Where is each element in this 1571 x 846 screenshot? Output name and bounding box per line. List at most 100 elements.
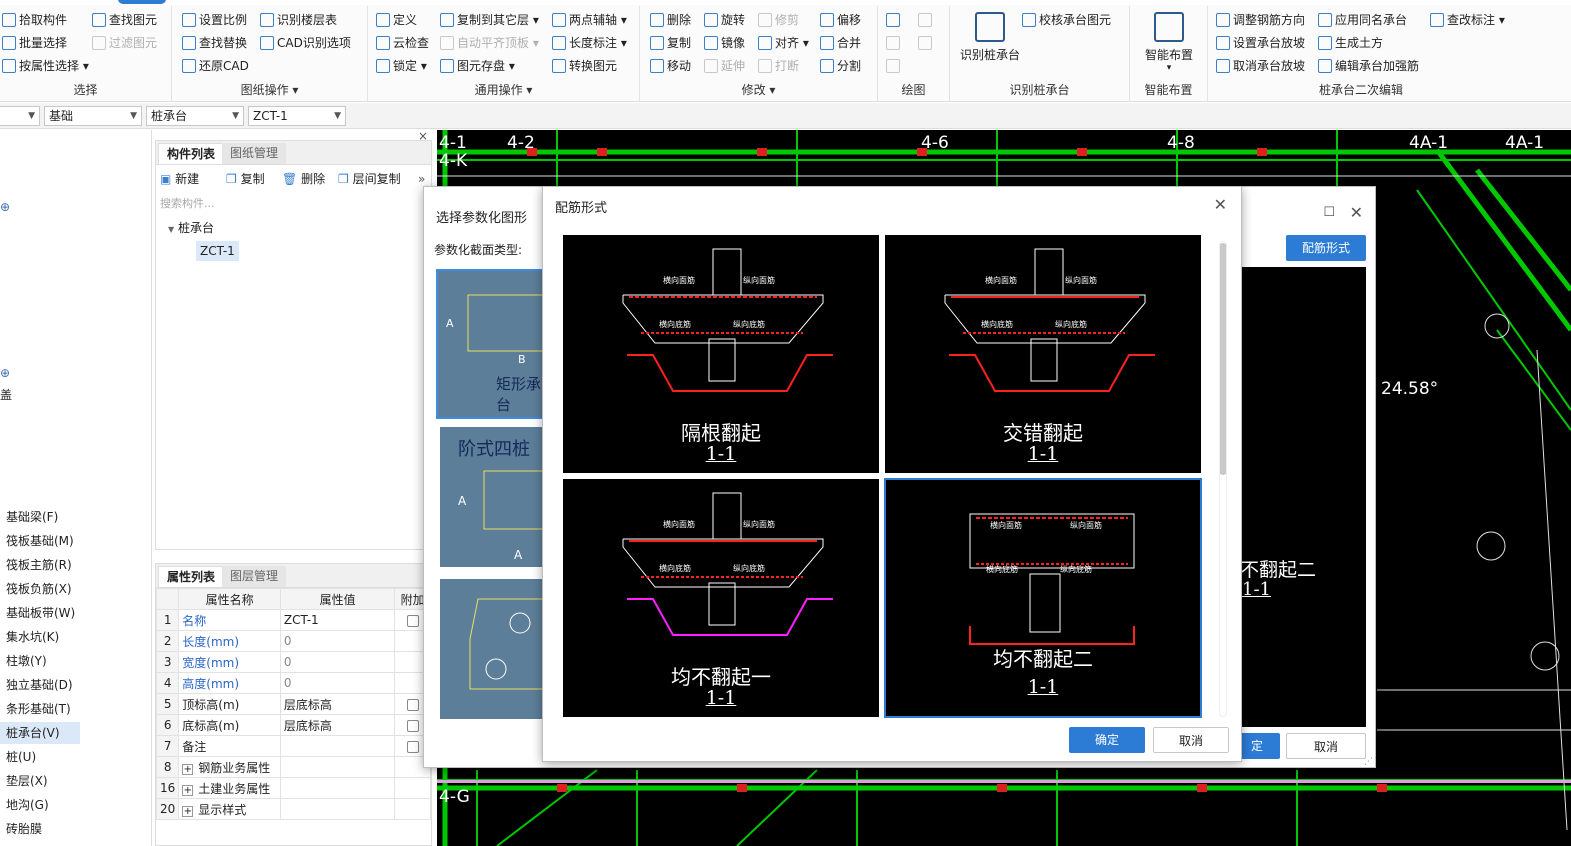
- find-element-button[interactable]: 查找图元: [92, 10, 157, 30]
- property-value[interactable]: 0: [279, 630, 396, 652]
- property-value[interactable]: [279, 756, 396, 778]
- identify-pile-cap-button[interactable]: 识别桩承台: [954, 12, 1026, 63]
- two-point-axis-button[interactable]: 两点辅轴 ▾: [552, 10, 627, 30]
- edit-annotation-button[interactable]: 查改标注 ▾: [1430, 10, 1505, 30]
- nav-item-raft-neg-rebar[interactable]: 筏板负筋(X): [6, 578, 72, 600]
- merge-button[interactable]: 合并: [820, 33, 861, 53]
- rebar-form-button[interactable]: 配筋形式: [1286, 235, 1366, 261]
- property-value[interactable]: 0: [279, 651, 396, 673]
- nav-item-pile-cap[interactable]: 桩承台(V): [0, 722, 80, 744]
- nav-item-strip-footing[interactable]: 条形基础(T): [6, 698, 71, 720]
- lock-button[interactable]: 锁定 ▾: [376, 56, 427, 76]
- point-draw-button[interactable]: [886, 10, 903, 30]
- pick-component-button[interactable]: 拾取构件: [2, 10, 67, 30]
- check-pile-cap-button[interactable]: 校核承台图元: [1022, 10, 1111, 30]
- property-row[interactable]: 8 + 钢筋业务属性: [155, 756, 431, 778]
- property-value[interactable]: [279, 798, 396, 820]
- new-component-button[interactable]: ▣ 新建: [160, 169, 199, 189]
- adjust-rebar-direction-button[interactable]: 调整钢筋方向: [1216, 10, 1305, 30]
- nav-item-sump[interactable]: 集水坑(K): [6, 626, 59, 648]
- rebar-form-option[interactable]: 横向面筋 纵向面筋 横向底筋 纵向底筋 均不翻起二 1-1: [884, 478, 1202, 718]
- tree-node-pile-cap[interactable]: ▼ 桩承台: [168, 219, 214, 236]
- apply-same-name-button[interactable]: 应用同名承台: [1318, 10, 1407, 30]
- active-ribbon-tab[interactable]: [118, 0, 166, 4]
- cancel-button[interactable]: 取消: [1153, 727, 1229, 753]
- restore-cad-button[interactable]: 还原CAD: [182, 56, 249, 76]
- expand-icon[interactable]: +: [182, 784, 194, 796]
- set-scale-button[interactable]: 设置比例: [182, 10, 247, 30]
- property-value[interactable]: [279, 735, 396, 757]
- dialog-cancel-button[interactable]: 取消: [1286, 733, 1366, 759]
- category-select[interactable]: 基础 ▼: [44, 106, 142, 126]
- nav-item-trench[interactable]: 地沟(G): [6, 794, 49, 816]
- identify-floor-table-button[interactable]: 识别楼层表: [260, 10, 337, 30]
- scrollbar-track[interactable]: [1219, 241, 1227, 717]
- property-row[interactable]: 3 宽度(mm) 0: [155, 651, 431, 673]
- rotate-button[interactable]: 旋转: [704, 10, 745, 30]
- property-value[interactable]: [279, 777, 396, 799]
- smart-layout-button[interactable]: 智能布置 ▾: [1134, 12, 1204, 73]
- save-element-button[interactable]: 图元存盘 ▾: [440, 56, 515, 76]
- nav-item-raft-main-rebar[interactable]: 筏板主筋(R): [6, 554, 72, 576]
- component-select[interactable]: ZCT-1 ▼: [248, 106, 346, 126]
- component-search-input[interactable]: 搜索构件...: [158, 195, 428, 213]
- split-button[interactable]: 分割: [820, 56, 861, 76]
- property-row[interactable]: 16 + 土建业务属性: [155, 777, 431, 799]
- property-row[interactable]: 6 底标高(m) 层底标高: [155, 714, 431, 736]
- type-select[interactable]: 桩承台 ▼: [146, 106, 244, 126]
- attach-checkbox[interactable]: [406, 614, 419, 627]
- trim-button[interactable]: 修剪: [758, 10, 799, 30]
- tab-property-list[interactable]: 属性列表: [158, 566, 225, 587]
- copy-button[interactable]: 复制: [650, 33, 691, 53]
- property-row[interactable]: 20 + 显示样式: [155, 798, 431, 820]
- nav-item-foundation-beam[interactable]: 基础梁(F): [6, 506, 58, 528]
- edit-reinforcement-button[interactable]: 编辑承台加强筋: [1318, 56, 1419, 76]
- rebar-form-option[interactable]: 横向面筋 纵向面筋 横向底筋 纵向底筋 隔根翻起 1-1: [563, 235, 879, 473]
- property-value[interactable]: 层底标高: [279, 714, 396, 736]
- expand-icon[interactable]: +: [182, 763, 194, 775]
- nav-item-foundation-strip[interactable]: 基础板带(W): [6, 602, 75, 624]
- nav-item-cushion[interactable]: 垫层(X): [6, 770, 48, 792]
- arc-draw-button[interactable]: [886, 56, 903, 76]
- convert-element-button[interactable]: 转换图元: [552, 56, 617, 76]
- delete-component-button[interactable]: 🗑 删除: [282, 169, 325, 189]
- nav-item-brick-mold[interactable]: 砖胎膜: [6, 818, 42, 840]
- nav-item-raft-foundation[interactable]: 筏板基础(M): [6, 530, 74, 552]
- property-value[interactable]: ZCT-1: [279, 609, 396, 631]
- set-slope-button[interactable]: 设置承台放坡: [1216, 33, 1305, 53]
- find-replace-button[interactable]: 查找替换: [182, 33, 247, 53]
- length-dimension-button[interactable]: 长度标注 ▾: [552, 33, 627, 53]
- offset-button[interactable]: 偏移: [820, 10, 861, 30]
- batch-select-button[interactable]: 批量选择: [2, 33, 67, 53]
- nav-item-column-pier[interactable]: 柱墩(Y): [6, 650, 47, 672]
- line-draw-button[interactable]: [886, 33, 903, 53]
- rebar-form-option[interactable]: 横向面筋 纵向面筋 横向底筋 纵向底筋 均不翻起一 1-1: [563, 479, 879, 717]
- rebar-form-option[interactable]: 横向面筋 纵向面筋 横向底筋 纵向底筋 交错翻起 1-1: [885, 235, 1201, 473]
- extend-button[interactable]: 延伸: [704, 56, 745, 76]
- shape-rect-cap[interactable]: A B 矩形承台: [436, 269, 549, 419]
- define-button[interactable]: 定义: [376, 10, 417, 30]
- attach-checkbox[interactable]: [406, 698, 419, 711]
- align-button[interactable]: 对齐 ▾: [758, 33, 809, 53]
- tab-layer-management[interactable]: 图层管理: [222, 566, 287, 587]
- mirror-button[interactable]: 镜像: [704, 33, 745, 53]
- select-by-property-button[interactable]: 按属性选择 ▾: [2, 56, 89, 76]
- attach-checkbox[interactable]: [406, 719, 419, 732]
- copy-to-other-layer-button[interactable]: 复制到其它层 ▾: [440, 10, 539, 30]
- generate-earthwork-button[interactable]: 生成土方: [1318, 33, 1383, 53]
- break-button[interactable]: 打断: [758, 56, 799, 76]
- shape-step-four-pile[interactable]: 阶式四桩 A A: [440, 427, 547, 567]
- close-icon[interactable]: ×: [418, 129, 428, 143]
- auto-align-top-button[interactable]: 自动平齐顶板 ▾: [440, 33, 539, 53]
- property-row[interactable]: 5 顶标高(m) 层底标高: [155, 693, 431, 715]
- delete-button[interactable]: 删除: [650, 10, 691, 30]
- property-row[interactable]: 4 高度(mm) 0: [155, 672, 431, 694]
- copy-component-button[interactable]: ❐ 复制: [226, 169, 265, 189]
- confirm-button[interactable]: 确定: [1069, 727, 1145, 753]
- property-row[interactable]: 1 名称 ZCT-1: [155, 609, 431, 631]
- property-row[interactable]: 2 长度(mm) 0: [155, 630, 431, 652]
- tree-item-zct-1[interactable]: ZCT-1: [196, 241, 239, 261]
- move-button[interactable]: 移动: [650, 56, 691, 76]
- cloud-check-button[interactable]: 云检查: [376, 33, 429, 53]
- tab-drawing-management[interactable]: 图纸管理: [222, 143, 287, 164]
